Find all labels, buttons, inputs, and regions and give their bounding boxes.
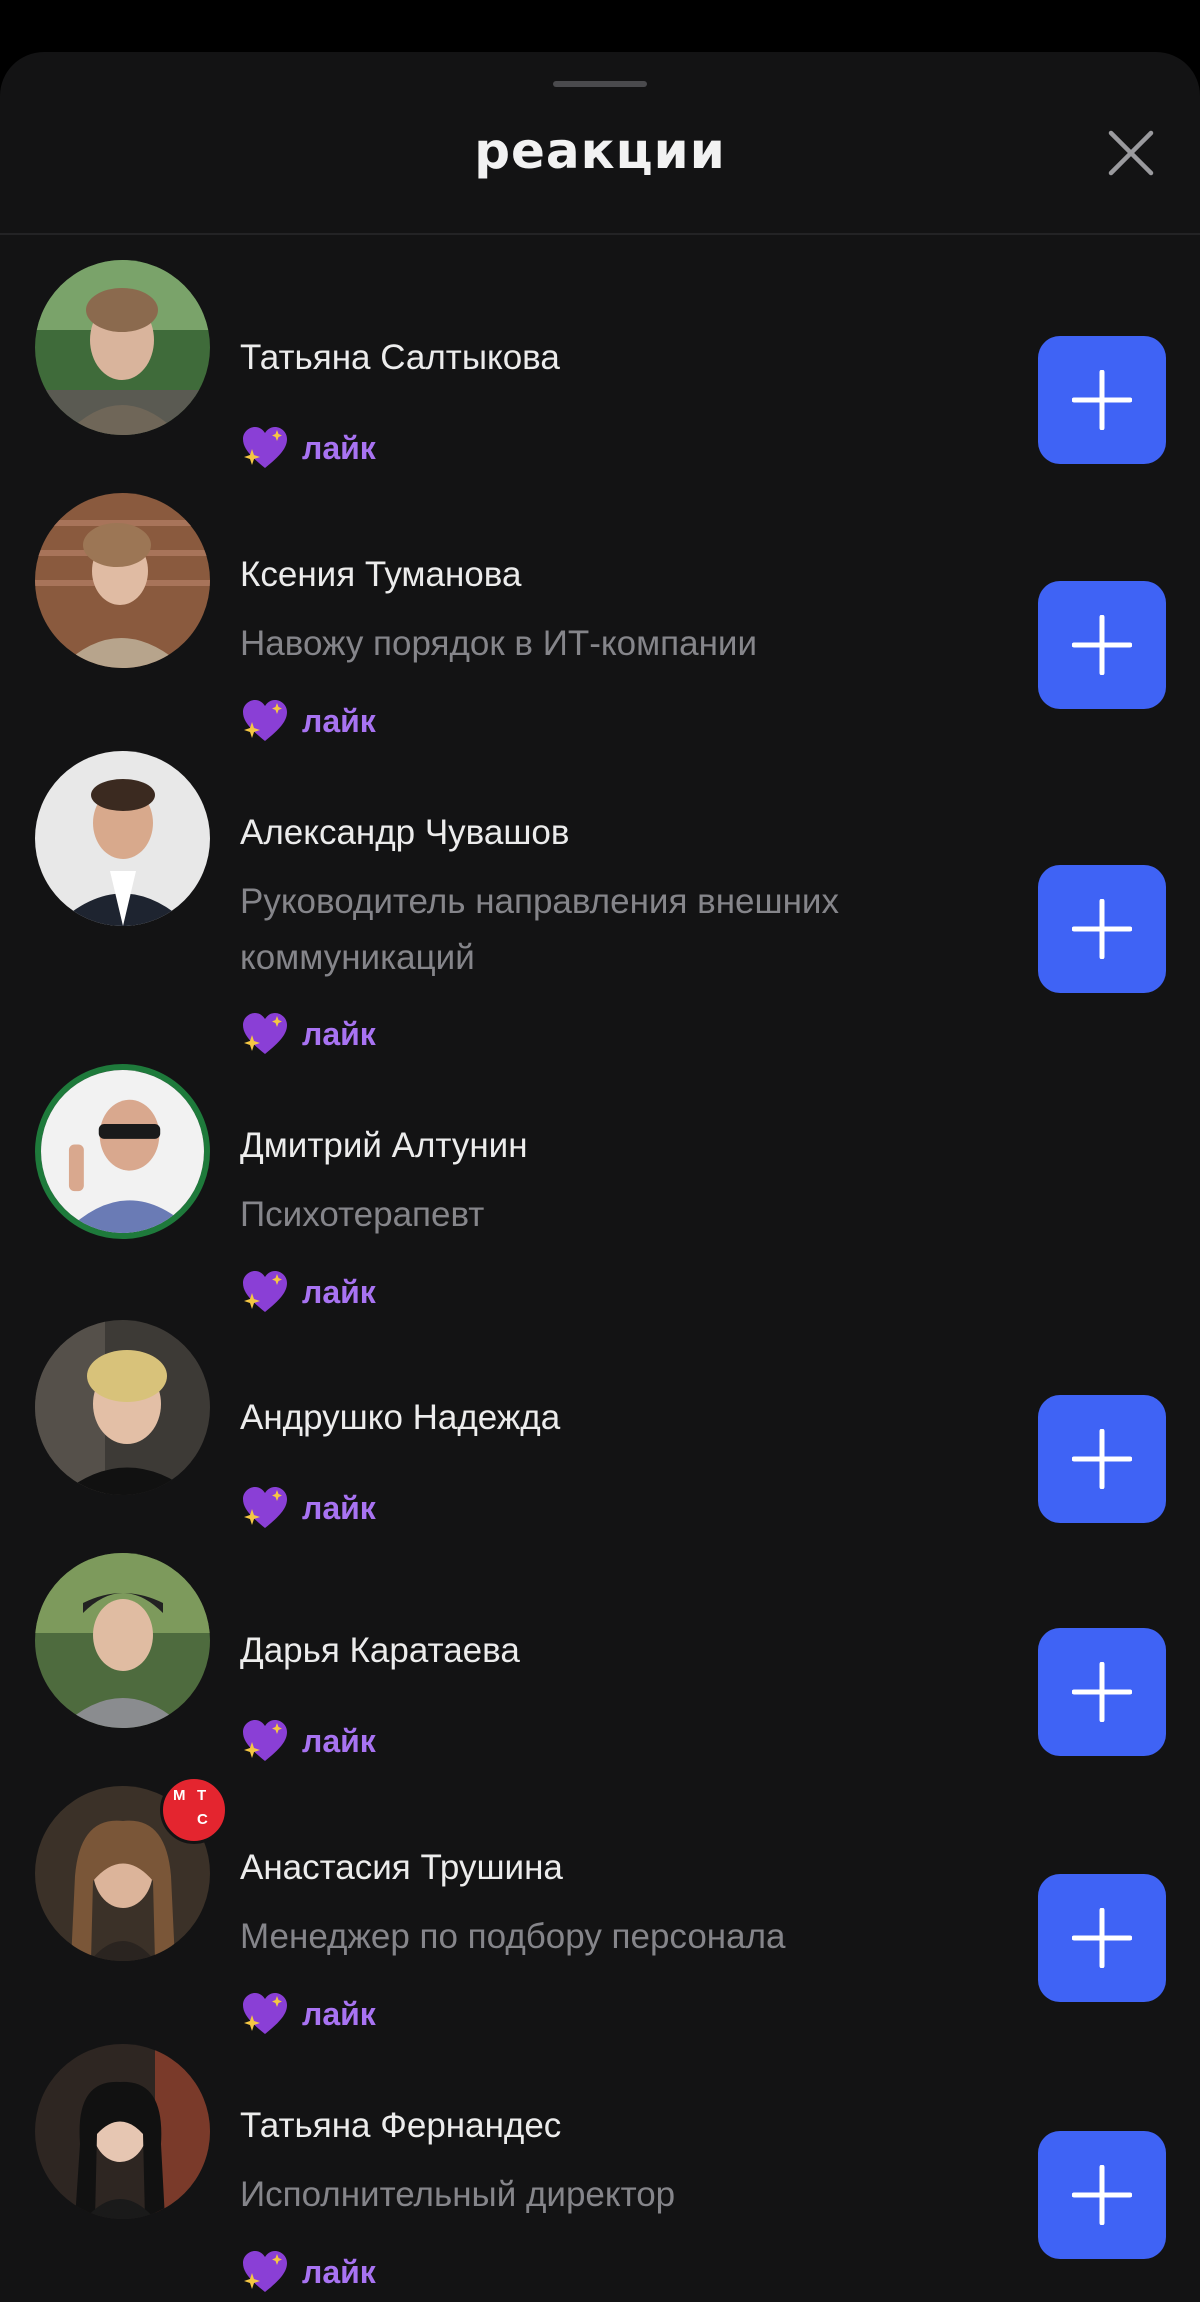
badge-letter: М	[173, 1787, 186, 1804]
avatar[interactable]	[35, 2044, 210, 2219]
plus-icon	[1072, 1662, 1132, 1722]
reaction-label: лайк	[240, 1268, 376, 1316]
plus-icon	[1072, 1429, 1132, 1489]
user-name[interactable]: Дмитрий Алтунин	[240, 1126, 528, 1166]
follow-button[interactable]	[1038, 1395, 1166, 1523]
user-name[interactable]: Анастасия Трушина	[240, 1848, 563, 1888]
close-icon	[1108, 130, 1154, 176]
reaction-label: лайк	[240, 697, 376, 745]
reaction-text: лайк	[302, 1722, 376, 1759]
sparkle-heart-icon	[243, 1487, 287, 1528]
sparkle-heart-icon	[243, 700, 287, 741]
plus-icon	[1072, 2165, 1132, 2225]
user-name[interactable]: Татьяна Салтыкова	[240, 338, 560, 378]
reaction-text: лайк	[302, 1995, 376, 2032]
follow-button[interactable]	[1038, 2131, 1166, 2259]
reaction-label: лайк	[240, 1717, 376, 1765]
user-name[interactable]: Андрушко Надежда	[240, 1398, 560, 1438]
plus-icon	[1072, 1908, 1132, 1968]
sparkle-heart-icon	[243, 1720, 287, 1761]
avatar[interactable]	[35, 260, 210, 435]
company-badge: М Т С	[160, 1776, 228, 1844]
avatar[interactable]	[35, 1320, 210, 1495]
sparkle-heart-icon	[243, 1993, 287, 2034]
reaction-text: лайк	[302, 1015, 376, 1052]
reaction-label: лайк	[240, 1484, 376, 1532]
follow-button[interactable]	[1038, 1874, 1166, 2002]
drag-handle[interactable]	[553, 81, 647, 87]
user-name[interactable]: Ксения Туманова	[240, 555, 521, 595]
sparkle-heart-icon	[243, 1271, 287, 1312]
reaction-text: лайк	[302, 702, 376, 739]
reaction-label: лайк	[240, 1010, 376, 1058]
badge-letter: Т	[197, 1787, 207, 1804]
reaction-text: лайк	[302, 1273, 376, 1310]
header-divider	[0, 233, 1200, 235]
sparkle-heart-icon	[243, 427, 287, 468]
avatar[interactable]	[35, 1553, 210, 1728]
reaction-text: лайк	[302, 1489, 376, 1526]
badge-letter: С	[197, 1811, 208, 1828]
reaction-label: лайк	[240, 424, 376, 472]
sheet-title: реакции	[474, 122, 726, 180]
follow-button[interactable]	[1038, 581, 1166, 709]
sparkle-heart-icon	[243, 2251, 287, 2292]
user-name[interactable]: Татьяна Фернандес	[240, 2106, 561, 2146]
reaction-text: лайк	[302, 429, 376, 466]
user-name[interactable]: Александр Чувашов	[240, 813, 569, 853]
plus-icon	[1072, 899, 1132, 959]
status-bar	[0, 0, 1200, 54]
plus-icon	[1072, 615, 1132, 675]
user-headline: Менеджер по подбору персонала	[240, 1917, 786, 1956]
reaction-text: лайк	[302, 2253, 376, 2290]
reactions-sheet: реакции Татьяна Салтыкова лайк Ксения Ту…	[0, 52, 1200, 2302]
follow-button[interactable]	[1038, 865, 1166, 993]
user-headline: Психотерапевт	[240, 1195, 485, 1234]
avatar[interactable]	[35, 1064, 210, 1239]
user-headline: Навожу порядок в ИТ-компании	[240, 624, 758, 663]
follow-button[interactable]	[1038, 336, 1166, 464]
user-name[interactable]: Дарья Каратаева	[240, 1631, 520, 1671]
user-headline: Исполнительный директор	[240, 2175, 676, 2214]
avatar[interactable]	[35, 751, 210, 926]
user-headline: Руководитель направления внешних коммуни…	[240, 882, 839, 977]
sparkle-heart-icon	[243, 1013, 287, 1054]
reaction-label: лайк	[240, 2248, 376, 2296]
plus-icon	[1072, 370, 1132, 430]
close-button[interactable]	[1100, 122, 1162, 184]
avatar[interactable]	[35, 493, 210, 668]
reaction-label: лайк	[240, 1990, 376, 2038]
follow-button[interactable]	[1038, 1628, 1166, 1756]
